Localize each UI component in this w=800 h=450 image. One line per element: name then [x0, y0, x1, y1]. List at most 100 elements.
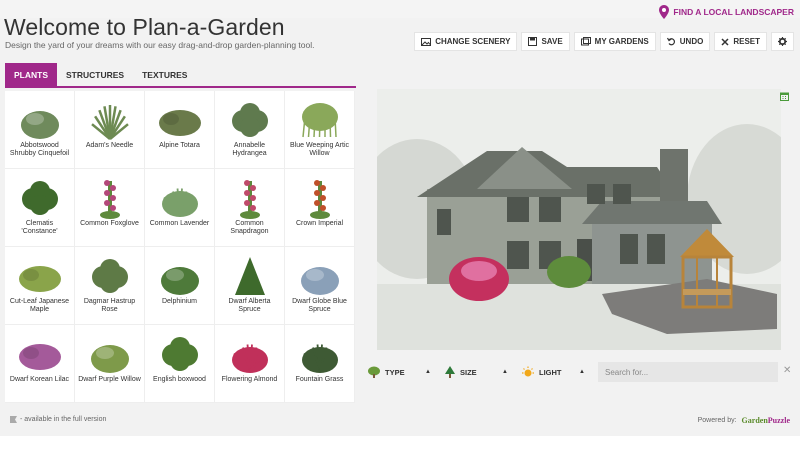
plant-item[interactable]: Delphinium: [145, 247, 215, 325]
window: [620, 234, 638, 264]
plant-search-input[interactable]: [598, 362, 778, 382]
plant-item-label: Crown Imperial: [295, 220, 344, 227]
size-filter-label: SIZE: [460, 367, 477, 377]
reset-label: RESET: [733, 37, 760, 46]
plant-item[interactable]: Dwarf Globe Blue Spruce: [285, 247, 355, 325]
tab-plants[interactable]: PLANTS: [5, 63, 57, 86]
plant-item[interactable]: Dagmar Hastrup Rose: [75, 247, 145, 325]
page-subtitle: Design the yard of your dreams with our …: [5, 40, 315, 50]
caret-up-icon: ▲: [502, 369, 508, 375]
change-scenery-label: CHANGE SCENERY: [435, 37, 511, 46]
window: [437, 209, 451, 235]
plant-item-label: Adam's Needle: [85, 142, 134, 149]
save-button[interactable]: SAVE: [521, 32, 570, 51]
plant-item[interactable]: Annabelle Hydrangea: [215, 91, 285, 169]
undo-label: UNDO: [679, 37, 704, 46]
light-filter[interactable]: LIGHT ▲: [516, 362, 590, 382]
caret-up-icon: ▲: [579, 369, 585, 375]
powered-by-label: Powered by:: [697, 417, 737, 424]
plant-item[interactable]: Cut-Leaf Japanese Maple: [5, 247, 75, 325]
change-scenery-button[interactable]: CHANGE SCENERY: [414, 32, 518, 51]
plant-item[interactable]: Dwarf Purple Willow: [75, 325, 145, 403]
window: [587, 184, 605, 204]
tree-icon: [368, 366, 380, 378]
type-filter[interactable]: TYPE ▲: [362, 362, 436, 382]
find-landscaper-link[interactable]: FIND A LOCAL LANDSCAPER: [659, 5, 794, 19]
garden-canvas[interactable]: [377, 89, 781, 350]
plant-item-label: English boxwood: [153, 376, 206, 383]
save-label: SAVE: [541, 37, 563, 46]
find-landscaper-label: FIND A LOCAL LANDSCAPER: [673, 7, 794, 17]
small-tree-icon: [445, 366, 455, 378]
image-icon: [421, 37, 432, 46]
page-title: Welcome to Plan-a-Garden: [4, 14, 285, 40]
tab-structures[interactable]: STRUCTURES: [57, 63, 133, 86]
settings-button[interactable]: [771, 32, 794, 51]
plant-item[interactable]: Alpine Totara: [145, 91, 215, 169]
plant-item-label: Dwarf Globe Blue Spruce: [292, 298, 347, 313]
close-icon: [721, 37, 729, 46]
plant-thumbnail: [99, 180, 120, 219]
pink-shrub-highlight: [461, 261, 497, 281]
plant-item[interactable]: Dwarf Korean Lilac: [5, 325, 75, 403]
plant-item[interactable]: Abbotswood Shrubby Cinquefoil: [5, 91, 75, 169]
plant-item[interactable]: Flowering Almond: [215, 325, 285, 403]
reset-button[interactable]: RESET: [714, 32, 767, 51]
gardenpuzzle-logo-a: Garden: [741, 416, 768, 425]
window: [647, 234, 665, 264]
my-gardens-label: MY GARDENS: [594, 37, 649, 46]
calendar-icon[interactable]: [780, 92, 789, 101]
plant-item-label: Abbotswood Shrubby Cinquefoil: [9, 142, 70, 157]
plant-thumbnail: [18, 266, 61, 292]
plant-item[interactable]: Common Lavender: [145, 169, 215, 247]
powered-by: Powered by: GardenPuzzle: [698, 416, 790, 425]
garage-roof: [582, 201, 722, 224]
plant-thumbnail: [18, 344, 61, 370]
plant-thumbnail: [91, 259, 128, 293]
undo-icon: [666, 37, 675, 46]
plant-thumbnail: [239, 180, 260, 219]
plant-item-label: Dwarf Purple Willow: [78, 376, 141, 383]
plant-item-label: Dwarf Alberta Spruce: [228, 298, 271, 313]
plant-item-label: Common Lavender: [149, 220, 210, 227]
gardenpuzzle-logo[interactable]: GardenPuzzle: [742, 416, 790, 425]
plant-item[interactable]: Blue Weeping Artic Willow: [285, 91, 355, 169]
plant-thumbnail: [161, 337, 198, 371]
plant-item-label: Clematis 'Constance': [21, 220, 58, 235]
plant-item[interactable]: Dwarf Alberta Spruce: [215, 247, 285, 325]
plant-item[interactable]: Clematis 'Constance': [5, 169, 75, 247]
plant-item[interactable]: English boxwood: [145, 325, 215, 403]
map-pin-icon: [659, 5, 670, 19]
plant-thumbnail: [20, 111, 59, 139]
plant-item[interactable]: Common Snapdragon: [215, 169, 285, 247]
plant-item[interactable]: Crown Imperial: [285, 169, 355, 247]
flag-icon: [10, 416, 17, 423]
plant-thumbnail: [301, 344, 338, 373]
floppy-icon: [528, 37, 538, 46]
clear-search-icon[interactable]: ✕: [783, 365, 791, 376]
undo-button[interactable]: UNDO: [659, 32, 711, 51]
gazebo-rail: [683, 289, 731, 295]
tab-textures[interactable]: TEXTURES: [133, 63, 196, 86]
window: [613, 184, 631, 204]
plant-item[interactable]: Fountain Grass: [285, 325, 355, 403]
plant-item-label: Alpine Totara: [159, 142, 200, 149]
bottom-strip: [0, 436, 800, 450]
green-shrub: [547, 256, 591, 288]
my-gardens-button[interactable]: MY GARDENS: [573, 32, 656, 51]
plant-item-label: Delphinium: [161, 298, 198, 305]
plant-item-label: Common Foxglove: [80, 220, 139, 227]
type-filter-label: TYPE: [385, 367, 405, 377]
plant-item[interactable]: Adam's Needle: [75, 91, 145, 169]
category-tabs: PLANTS STRUCTURES TEXTURES: [5, 63, 356, 88]
plant-item-label: Cut-Leaf Japanese Maple: [9, 298, 70, 313]
size-filter[interactable]: SIZE ▲: [439, 362, 513, 382]
plant-thumbnail: [234, 257, 265, 295]
plant-thumbnail: [309, 180, 330, 219]
window: [507, 241, 529, 269]
plant-item[interactable]: Common Foxglove: [75, 169, 145, 247]
plant-item-label: Annabelle Hydrangea: [232, 142, 267, 157]
plant-item-label: Common Snapdragon: [230, 220, 269, 235]
light-filter-label: LIGHT: [539, 367, 562, 377]
plant-item-label: Flowering Almond: [221, 376, 278, 383]
